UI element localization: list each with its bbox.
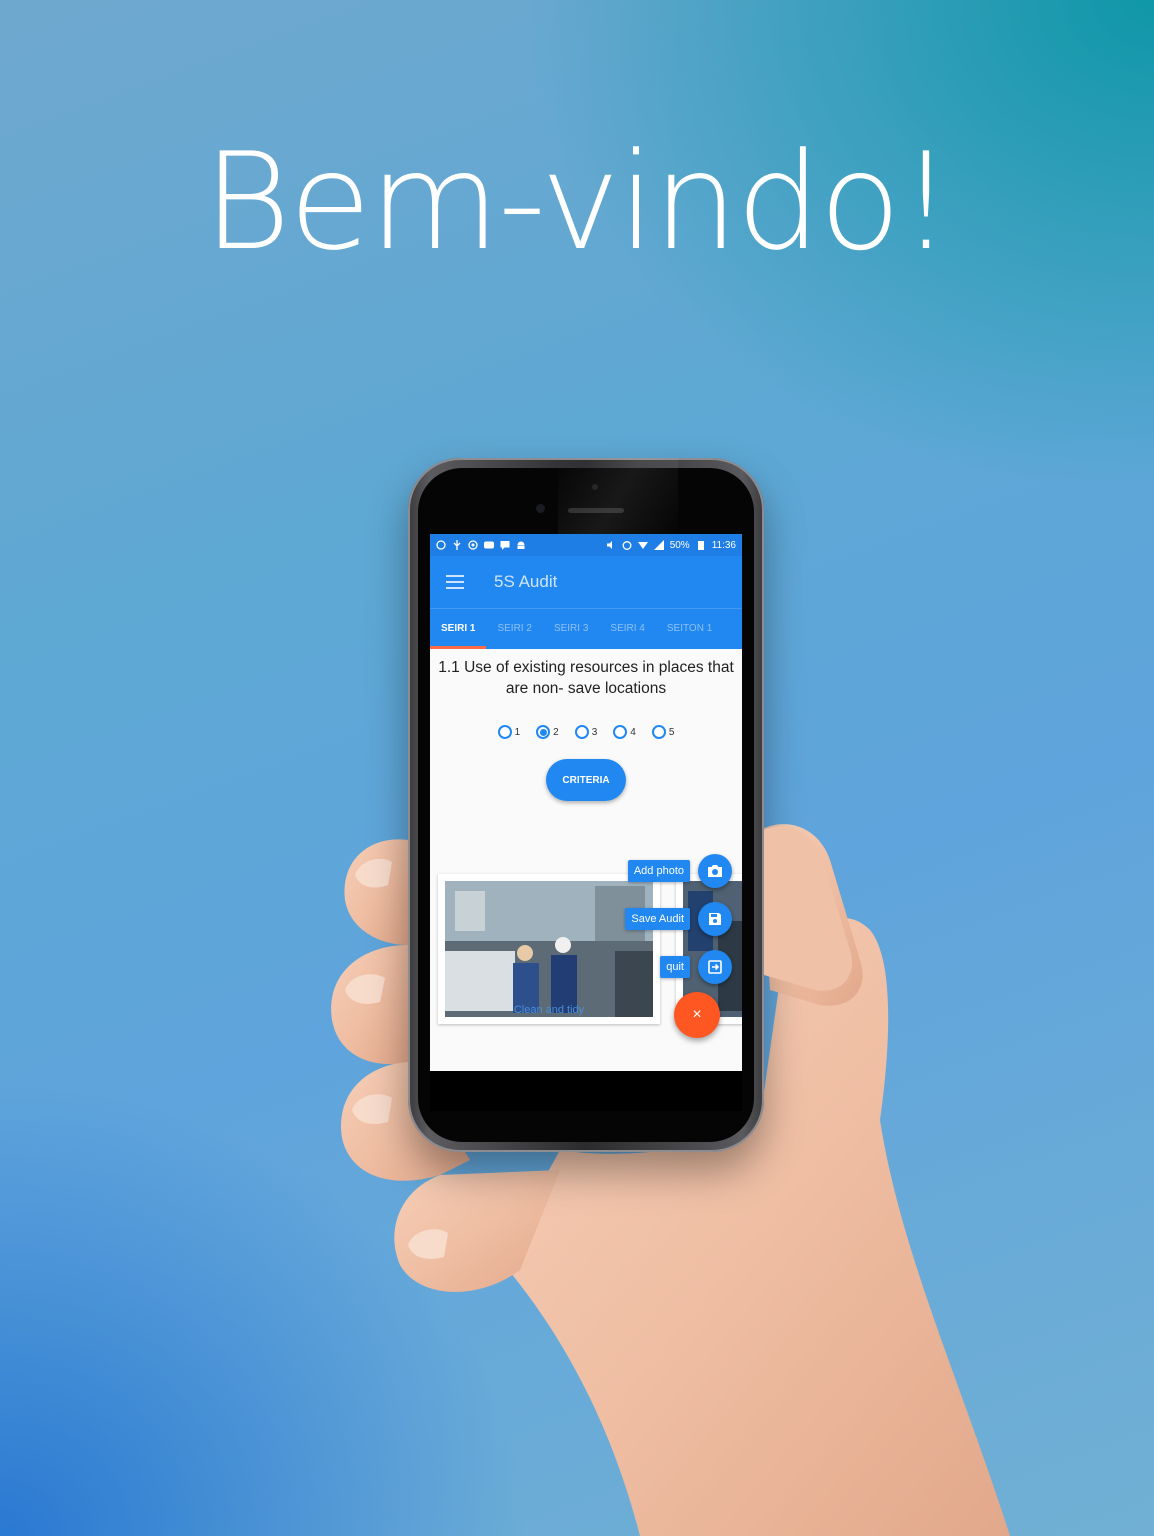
app-screen: 50% 11:36 5S Audit SEIRI 1 SEIRI 2 SEIRI…: [430, 534, 742, 1071]
save-audit-button[interactable]: [698, 902, 732, 936]
app-title: 5S Audit: [494, 572, 558, 591]
android-icon: [517, 541, 525, 549]
status-bar: 50% 11:36: [430, 534, 742, 556]
audit-question: 1.1 Use of existing resources in places …: [438, 659, 734, 697]
rating-option-1[interactable]: 1: [497, 725, 521, 739]
floppy-disk-icon: [709, 913, 721, 925]
photo-caption: Clean and tidy: [513, 1004, 585, 1016]
proximity-sensor: [592, 484, 598, 490]
rating-radio-group: 1 2 3 4 5: [430, 725, 742, 739]
rating-option-2[interactable]: 2: [536, 725, 559, 739]
radio-button[interactable]: [497, 725, 512, 739]
signal-icon: [653, 540, 664, 550]
add-photo-label[interactable]: Add photo: [627, 860, 690, 882]
app-bar: 5S Audit: [430, 556, 742, 608]
close-fab-button[interactable]: ×: [674, 992, 720, 1038]
radio-button-selected[interactable]: [536, 725, 551, 739]
quit-label[interactable]: quit: [660, 956, 690, 978]
clock: 11:36: [711, 539, 736, 551]
tab-seiri-4[interactable]: SEIRI 4: [599, 609, 655, 649]
alarm-icon: [622, 541, 632, 550]
tab-seiton-1[interactable]: SEITON 1: [656, 609, 723, 649]
add-photo-button[interactable]: [698, 854, 732, 888]
rating-label: 5: [668, 726, 675, 738]
fab-save-audit-row: Save Audit: [625, 902, 732, 936]
rating-label: 2: [553, 726, 559, 738]
section-tabs: SEIRI 1 SEIRI 2 SEIRI 3 SEIRI 4 SEITON 1: [430, 608, 742, 649]
tab-seiri-1[interactable]: SEIRI 1: [430, 609, 487, 649]
welcome-headline: Bem-vindo!: [203, 124, 953, 280]
fab-add-photo-row: Add photo: [627, 854, 732, 888]
youtube-icon: [484, 541, 494, 549]
earpiece-speaker: [568, 508, 624, 513]
exit-icon: [708, 960, 722, 974]
radio-button[interactable]: [574, 725, 589, 739]
mute-icon: [606, 541, 612, 549]
rating-option-4[interactable]: 4: [613, 725, 636, 739]
front-camera: [536, 504, 545, 513]
whatsapp-icon: [436, 540, 446, 550]
smartphone: 50% 11:36 5S Audit SEIRI 1 SEIRI 2 SEIRI…: [408, 458, 764, 1152]
message-icon: [500, 541, 510, 550]
criteria-button[interactable]: CRITERIA: [546, 759, 626, 801]
close-icon: ×: [692, 1006, 702, 1023]
rating-label: 3: [591, 726, 598, 738]
battery-percent: 50%: [669, 539, 690, 551]
phone-bottom-bezel: [430, 1071, 742, 1111]
rating-label: 4: [630, 726, 636, 738]
save-audit-label[interactable]: Save Audit: [625, 908, 690, 930]
quit-button[interactable]: [698, 950, 732, 984]
notification-icons: [436, 540, 526, 550]
system-indicators: 50% 11:36: [606, 540, 736, 551]
fab-quit-row: quit: [660, 950, 732, 984]
wifi-icon: [637, 542, 648, 549]
tab-seiri-3[interactable]: SEIRI 3: [543, 609, 599, 649]
camera-icon: [708, 865, 722, 877]
usb-icon: [453, 540, 461, 550]
hamburger-menu-icon[interactable]: [446, 575, 464, 589]
tab-seiri-2[interactable]: SEIRI 2: [486, 609, 542, 649]
radio-button[interactable]: [651, 725, 666, 739]
photo-card[interactable]: Clean and tidy: [438, 874, 660, 1024]
radio-button[interactable]: [613, 725, 628, 739]
sync-icon: [468, 540, 478, 550]
factory-photo: [445, 881, 653, 1017]
rating-option-5[interactable]: 5: [651, 725, 675, 739]
battery-icon: [697, 541, 704, 550]
rating-option-3[interactable]: 3: [574, 725, 598, 739]
rating-label: 1: [514, 726, 521, 738]
